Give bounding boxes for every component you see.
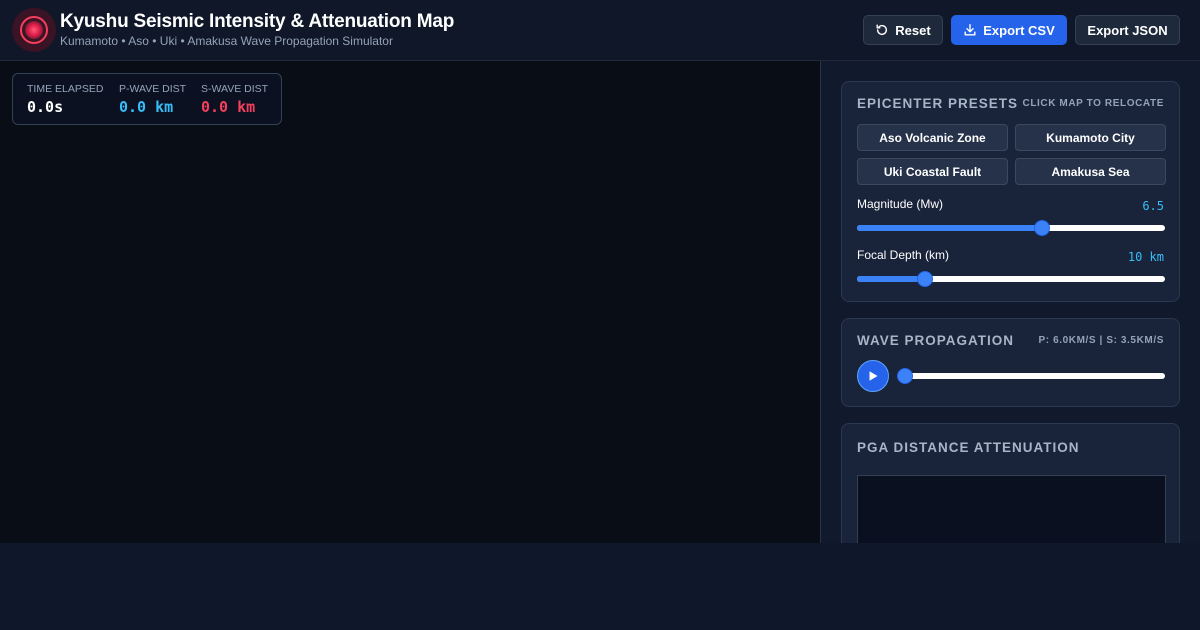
- export-json-label: Export JSON: [1087, 22, 1168, 38]
- reset-button-label: Reset: [895, 22, 931, 38]
- preset-aso-volcanic-zone-button[interactable]: Aso Volcanic Zone: [857, 124, 1008, 151]
- magnitude-slider[interactable]: [857, 220, 1165, 236]
- reset-button[interactable]: Reset: [863, 15, 943, 45]
- time-elapsed-stat: TIME ELAPSED 0.0s: [27, 83, 103, 116]
- wave-stats-panel: TIME ELAPSED 0.0s P-WAVE DIST 0.0 km S-W…: [12, 73, 282, 125]
- p-wave-label: P-WAVE DIST: [119, 83, 187, 95]
- app-subtitle: Kumamoto • Aso • Uki • Amakusa Wave Prop…: [60, 34, 393, 48]
- focal-depth-slider-fill: [857, 276, 925, 282]
- seismic-map[interactable]: TIME ELAPSED 0.0s P-WAVE DIST 0.0 km S-W…: [0, 61, 821, 543]
- focal-depth-label: Focal Depth (km): [857, 248, 950, 262]
- preset-uki-coastal-fault-button[interactable]: Uki Coastal Fault: [857, 158, 1008, 185]
- p-wave-stat: P-WAVE DIST 0.0 km: [119, 83, 186, 116]
- timeline-slider[interactable]: [897, 368, 1165, 384]
- s-wave-label: S-WAVE DIST: [201, 83, 269, 95]
- app-root: Kyushu Seismic Intensity & Attenuation M…: [0, 0, 1200, 630]
- timeline-slider-thumb[interactable]: [897, 368, 913, 384]
- pga-attenuation-card: PGA DISTANCE ATTENUATION: [841, 423, 1180, 543]
- magnitude-label: Magnitude (Mw): [857, 197, 944, 211]
- play-icon: [867, 370, 879, 382]
- propagation-title: WAVE PROPAGATION: [857, 333, 1015, 348]
- focal-depth-slider[interactable]: [857, 271, 1165, 287]
- export-csv-label: Export CSV: [983, 22, 1055, 38]
- export-csv-button[interactable]: Export CSV: [951, 15, 1067, 45]
- propagation-speeds: P: 6.0KM/S | S: 3.5KM/S: [1038, 335, 1164, 346]
- app-title: Kyushu Seismic Intensity & Attenuation M…: [60, 11, 455, 32]
- time-elapsed-value: 0.0s: [27, 98, 64, 116]
- epicenter-presets-card: EPICENTER PRESETS CLICK MAP TO RELOCATE …: [841, 81, 1180, 302]
- seismic-target-icon: [12, 8, 56, 52]
- magnitude-slider-fill: [857, 225, 1042, 231]
- p-wave-value: 0.0 km: [119, 98, 174, 116]
- play-button[interactable]: [857, 360, 889, 392]
- wave-propagation-card: WAVE PROPAGATION P: 6.0KM/S | S: 3.5KM/S: [841, 318, 1180, 407]
- magnitude-value: 6.5: [1142, 199, 1164, 213]
- export-json-button[interactable]: Export JSON: [1075, 15, 1180, 45]
- preset-amakusa-sea-button[interactable]: Amakusa Sea: [1015, 158, 1166, 185]
- control-sidebar: EPICENTER PRESETS CLICK MAP TO RELOCATE …: [821, 61, 1200, 543]
- reset-icon: [875, 23, 889, 37]
- presets-note: CLICK MAP TO RELOCATE: [1022, 98, 1164, 109]
- magnitude-slider-thumb[interactable]: [1033, 220, 1050, 236]
- app-header: Kyushu Seismic Intensity & Attenuation M…: [0, 0, 1200, 61]
- preset-kumamoto-city-button[interactable]: Kumamoto City: [1015, 124, 1166, 151]
- pga-attenuation-chart: [857, 475, 1166, 543]
- focal-depth-value: 10 km: [1127, 250, 1164, 264]
- focal-depth-slider-thumb[interactable]: [916, 271, 933, 287]
- s-wave-value: 0.0 km: [201, 98, 256, 116]
- s-wave-stat: S-WAVE DIST 0.0 km: [201, 83, 268, 116]
- download-icon: [963, 23, 977, 37]
- pga-title: PGA DISTANCE ATTENUATION: [857, 440, 1080, 455]
- page-footer-area: [0, 543, 1200, 630]
- time-elapsed-label: TIME ELAPSED: [27, 83, 104, 95]
- presets-title: EPICENTER PRESETS: [857, 96, 1019, 111]
